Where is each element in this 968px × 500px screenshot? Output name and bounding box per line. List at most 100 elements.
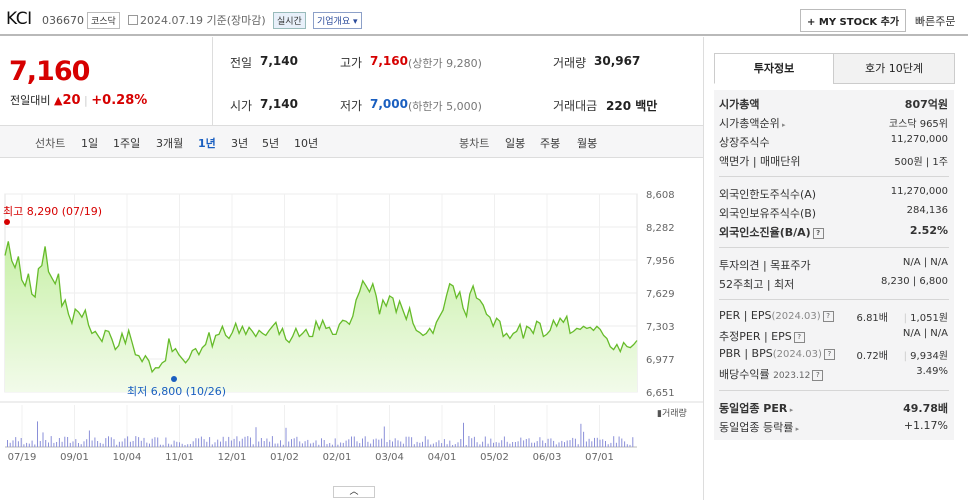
volume-bar	[362, 438, 363, 447]
volume-bar	[78, 443, 79, 447]
volume-bar	[482, 441, 484, 447]
help-icon[interactable]: ?	[823, 348, 835, 360]
volume-bar	[329, 443, 331, 447]
volume-bar	[80, 444, 82, 447]
quick-order-link[interactable]: 빠른주문	[915, 13, 955, 29]
volume-bar	[547, 438, 549, 447]
volume-bar	[585, 441, 587, 447]
volume-bar	[394, 438, 396, 447]
volume-bar	[514, 442, 516, 447]
volume-bar	[301, 443, 303, 447]
volume-bar	[250, 437, 251, 447]
period-monthly[interactable]: 월봉	[577, 135, 597, 151]
volume-bar	[269, 441, 271, 447]
opinion-label: 투자의견 | 목표주가	[719, 259, 811, 272]
volume-bar	[326, 444, 328, 447]
volume-bar	[321, 438, 322, 447]
volume-bar	[629, 444, 631, 447]
volume-bar	[624, 441, 626, 447]
volume-bar	[296, 436, 298, 447]
x-tick-label: 04/01	[428, 452, 457, 463]
tab-quote-10[interactable]: 호가 10단계	[833, 53, 955, 84]
volume-bar	[280, 440, 281, 447]
volume-bar	[105, 438, 107, 447]
foreign-hold-value: 284,136	[906, 205, 948, 216]
y-tick-label: 7,956	[646, 256, 675, 267]
industry-rate-label[interactable]: 동일업종 등락률 ▸	[719, 419, 799, 435]
volume-bar	[411, 437, 413, 447]
volume-bar	[402, 443, 404, 447]
volume-bar	[184, 445, 186, 447]
change-value: 20	[62, 93, 81, 108]
period-1w[interactable]: 1주일	[113, 135, 140, 151]
shares-value: 11,270,000	[890, 134, 948, 145]
period-bar: 선차트 1일 1주일 3개월 1년 3년 5년 10년 봉차트 일봉 주봉 월봉	[0, 125, 703, 158]
volume-bar	[26, 442, 28, 447]
volume-bar	[116, 444, 118, 447]
basis-label: 기준(장마감)	[206, 14, 266, 27]
volume-bar	[48, 442, 49, 447]
x-tick-label: 07/19	[8, 452, 37, 463]
period-3y[interactable]: 3년	[231, 135, 248, 151]
volume-bar	[572, 437, 574, 447]
rank-label[interactable]: 시가총액순위 ▸	[719, 115, 785, 131]
realtime-badge[interactable]: 실시간	[273, 12, 306, 29]
x-tick-label: 07/01	[585, 452, 614, 463]
x-tick-label: 11/01	[165, 452, 194, 463]
help-icon[interactable]: ?	[793, 331, 805, 343]
volume-bar	[255, 427, 257, 447]
help-icon[interactable]: ?	[812, 369, 824, 381]
volume-bar	[157, 437, 159, 447]
date-label: 2024.07.19 기준(장마감)	[128, 12, 266, 28]
tab-invest-info[interactable]: 투자정보	[714, 53, 834, 84]
period-1y[interactable]: 1년	[198, 135, 216, 151]
change-label: 전일대비	[10, 94, 51, 107]
volume-bar	[495, 442, 497, 447]
industry-per-label[interactable]: 동일업종 PER ▸	[719, 400, 793, 416]
date-value: 2024.07.19	[140, 14, 203, 27]
volume-bar	[129, 441, 131, 447]
volume-bar	[307, 439, 309, 447]
volume-bar	[315, 440, 317, 447]
divider	[719, 299, 949, 300]
period-3m[interactable]: 3개월	[156, 135, 183, 151]
volume-bar	[45, 440, 47, 447]
volume-bar	[356, 441, 358, 447]
volume-bar	[484, 436, 486, 447]
volume-bar	[542, 440, 544, 447]
volume-bar	[577, 444, 579, 447]
period-5y[interactable]: 5년	[262, 135, 279, 151]
period-daily[interactable]: 일봉	[505, 135, 525, 151]
volume-bar	[534, 442, 535, 447]
volume-bar	[610, 442, 612, 447]
volume-bar	[460, 439, 462, 447]
volume-bar	[602, 439, 604, 447]
per-value: 6.81배	[856, 313, 888, 324]
volume-bar	[359, 443, 361, 447]
volume-bar	[220, 441, 221, 447]
volume-bar	[263, 441, 265, 447]
collapse-toggle[interactable]: ︿	[333, 486, 375, 498]
help-icon[interactable]: ?	[812, 227, 824, 239]
current-price: 7,160	[9, 56, 90, 87]
pbr-value: 0.72배	[856, 351, 888, 362]
period-1d[interactable]: 1일	[81, 135, 98, 151]
period-10y[interactable]: 10년	[294, 135, 318, 151]
volume-bar	[553, 440, 555, 447]
volume-bar	[422, 441, 423, 447]
foreign-limit-label: 외국인한도주식수(A)	[719, 188, 817, 201]
volume-bar	[618, 436, 620, 447]
volume-bar	[277, 443, 279, 447]
shares-label: 상장주식수	[719, 136, 770, 149]
help-icon[interactable]: ?	[822, 310, 834, 322]
volume-bar	[564, 442, 565, 447]
par-value: 500원 | 1주	[894, 157, 948, 168]
volume-bar	[465, 445, 467, 447]
volume-bar	[441, 443, 443, 447]
mystock-add-button[interactable]: + MY STOCK 추가	[800, 9, 907, 32]
overview-dropdown[interactable]: 기업개요 ▾	[313, 12, 362, 29]
volume-bar	[75, 439, 77, 447]
period-weekly[interactable]: 주봉	[540, 135, 560, 151]
volume-bar	[446, 444, 448, 447]
volume-bar	[97, 441, 99, 447]
